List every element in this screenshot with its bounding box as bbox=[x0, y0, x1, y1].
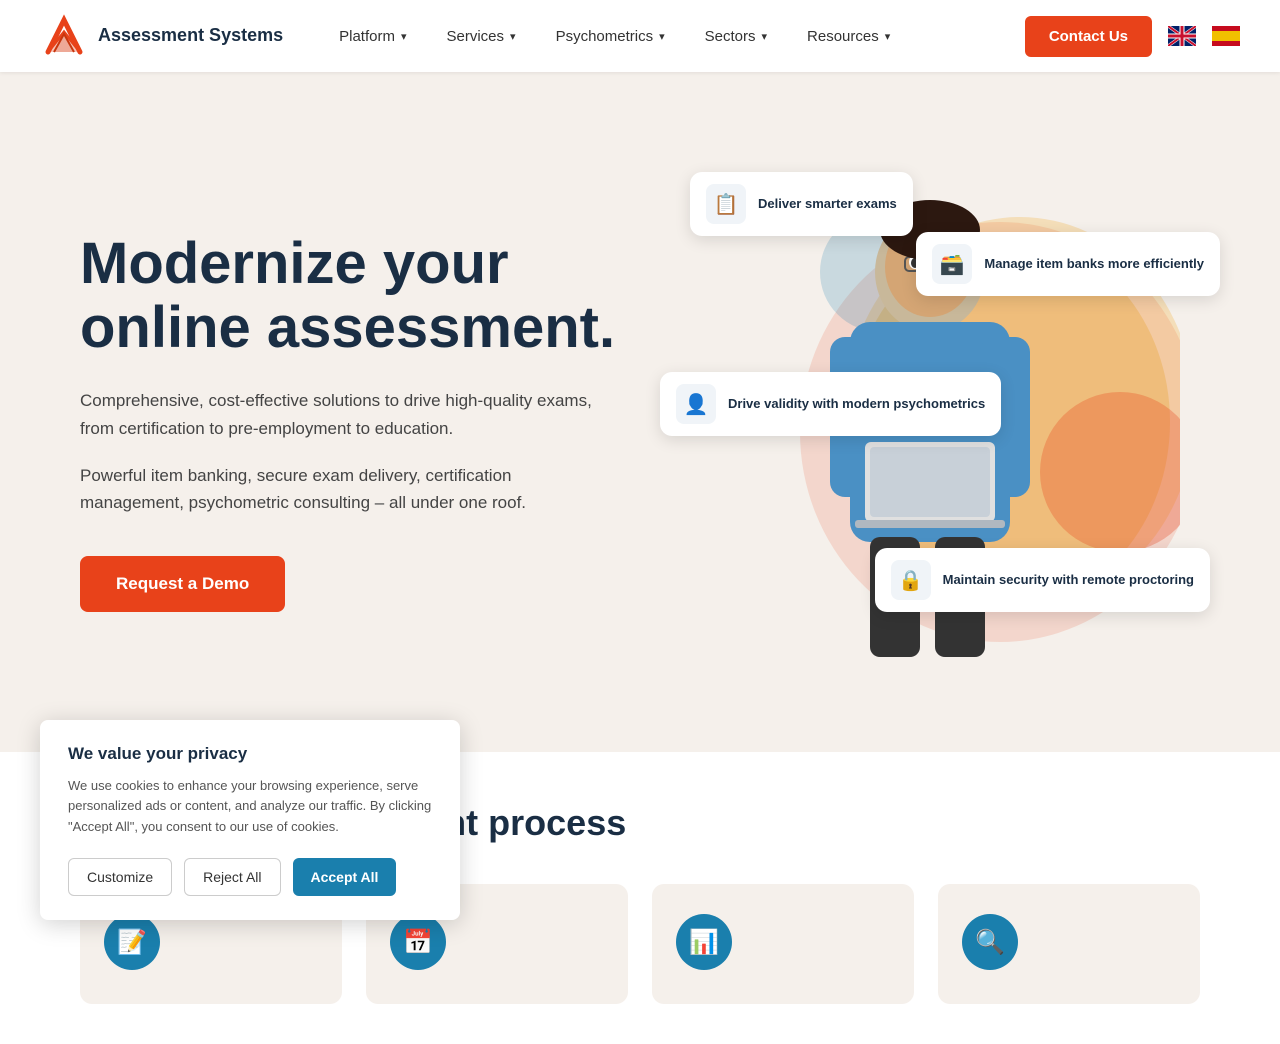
logo-icon bbox=[40, 12, 88, 60]
cookie-accept-button[interactable]: Accept All bbox=[293, 858, 397, 896]
hero-title: Modernize your online assessment. bbox=[80, 232, 620, 360]
bottom-card-icon-4: 🔍 bbox=[962, 914, 1018, 970]
hero-section: Modernize your online assessment. Compre… bbox=[0, 72, 1280, 752]
bottom-card-3: 📊 bbox=[652, 884, 914, 1004]
nav-psychometrics[interactable]: Psychometrics bbox=[540, 20, 681, 53]
navbar: Assessment Systems Platform Services Psy… bbox=[0, 0, 1280, 72]
nav-resources[interactable]: Resources bbox=[791, 20, 906, 53]
cookie-text: We use cookies to enhance your browsing … bbox=[68, 776, 432, 838]
deliver-text: Deliver smarter exams bbox=[758, 196, 897, 213]
cookie-title: We value your privacy bbox=[68, 744, 432, 764]
flag-spanish[interactable] bbox=[1212, 26, 1240, 46]
feature-card-deliver[interactable]: 📋 Deliver smarter exams bbox=[690, 172, 913, 236]
bottom-card-icon-1: 📝 bbox=[104, 914, 160, 970]
hero-content: Modernize your online assessment. Compre… bbox=[80, 232, 660, 612]
bottom-card-4: 🔍 bbox=[938, 884, 1200, 1004]
cookie-customize-button[interactable]: Customize bbox=[68, 858, 172, 896]
logo[interactable]: Assessment Systems bbox=[40, 12, 283, 60]
deliver-icon: 📋 bbox=[706, 184, 746, 224]
bottom-card-icon-2: 📅 bbox=[390, 914, 446, 970]
hero-visual: 📋 Deliver smarter exams 🗃️ Manage item b… bbox=[660, 152, 1200, 692]
logo-text: Assessment Systems bbox=[98, 25, 283, 47]
feature-card-manage[interactable]: 🗃️ Manage item banks more efficiently bbox=[916, 232, 1220, 296]
manage-text: Manage item banks more efficiently bbox=[984, 256, 1204, 273]
nav-services[interactable]: Services bbox=[431, 20, 532, 53]
nav-sectors[interactable]: Sectors bbox=[689, 20, 783, 53]
flag-english[interactable] bbox=[1168, 26, 1196, 46]
validity-text: Drive validity with modern psychometrics bbox=[728, 396, 985, 413]
cookie-banner: We value your privacy We use cookies to … bbox=[40, 720, 460, 920]
validity-icon: 👤 bbox=[676, 384, 716, 424]
cookie-reject-button[interactable]: Reject All bbox=[184, 858, 280, 896]
feature-card-security[interactable]: 🔒 Maintain security with remote proctori… bbox=[875, 548, 1210, 612]
cookie-buttons: Customize Reject All Accept All bbox=[68, 858, 432, 896]
request-demo-button[interactable]: Request a Demo bbox=[80, 556, 285, 612]
manage-icon: 🗃️ bbox=[932, 244, 972, 284]
bottom-card-icon-3: 📊 bbox=[676, 914, 732, 970]
contact-button[interactable]: Contact Us bbox=[1025, 16, 1152, 57]
security-icon: 🔒 bbox=[891, 560, 931, 600]
security-text: Maintain security with remote proctoring bbox=[943, 572, 1194, 589]
nav-right: Contact Us bbox=[1025, 16, 1240, 57]
hero-subtitle-1: Comprehensive, cost-effective solutions … bbox=[80, 387, 620, 441]
nav-platform[interactable]: Platform bbox=[323, 20, 422, 53]
hero-subtitle-2: Powerful item banking, secure exam deliv… bbox=[80, 462, 620, 516]
feature-card-validity[interactable]: 👤 Drive validity with modern psychometri… bbox=[660, 372, 1001, 436]
nav-links: Platform Services Psychometrics Sectors … bbox=[323, 20, 1025, 53]
